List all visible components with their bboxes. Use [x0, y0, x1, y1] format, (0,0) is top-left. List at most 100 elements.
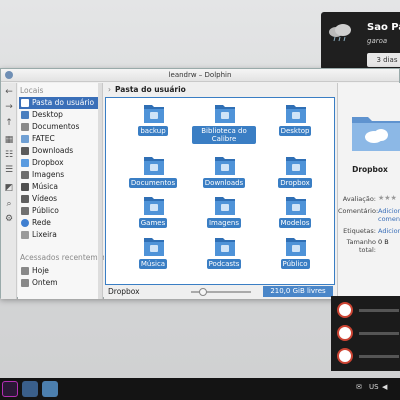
file-item-label: backup: [138, 126, 168, 136]
calendar-icon: [21, 267, 29, 275]
mail-icon[interactable]: ✉: [356, 383, 362, 391]
file-item-label: Música: [138, 259, 168, 269]
places-item-downloads[interactable]: Downloads: [19, 145, 99, 157]
network-icon: [21, 219, 29, 227]
icons-view-icon[interactable]: ▦: [4, 135, 14, 145]
places-item-label: Vídeos: [32, 194, 58, 203]
tags-label: Etiquetas:: [343, 227, 376, 235]
file-item[interactable]: Podcasts: [192, 235, 256, 275]
size-label: Tamanho total:: [346, 238, 376, 254]
recent-item-yesterday[interactable]: Ontem: [19, 277, 99, 289]
file-item[interactable]: Biblioteca do Calibre: [192, 102, 256, 144]
compact-view-icon[interactable]: ☷: [4, 150, 14, 160]
images-folder-icon: [215, 197, 235, 215]
file-item[interactable]: Downloads: [192, 154, 256, 194]
add-tags-link[interactable]: Adicionar: [378, 227, 400, 235]
file-item[interactable]: Dropbox: [263, 154, 327, 194]
places-item-documents[interactable]: Documentos: [19, 121, 99, 133]
back-icon[interactable]: ←: [4, 87, 14, 97]
recent-item-today[interactable]: Hoje: [19, 265, 99, 277]
rating-stars[interactable]: ★★★: [378, 194, 397, 202]
file-item-label: Modelos: [278, 218, 312, 228]
places-item-label: Downloads: [32, 146, 74, 155]
information-panel: Dropbox Avaliação: ★★★ Comentário: Adici…: [337, 83, 400, 299]
cloud-rain-icon: [329, 24, 351, 42]
app-launcher-icon[interactable]: [2, 381, 18, 397]
places-item-videos[interactable]: Vídeos: [19, 193, 99, 205]
add-comment-link[interactable]: Adicionar comentário: [378, 207, 400, 223]
public-folder-icon: [286, 238, 306, 256]
free-space-indicator[interactable]: 210,0 GiB livres: [263, 286, 333, 297]
trash-icon: [21, 231, 29, 239]
file-item[interactable]: Games: [121, 194, 185, 234]
downloads-folder-icon: [215, 157, 235, 175]
places-item-fatec[interactable]: FATEC: [19, 133, 99, 145]
clock-icon: [337, 302, 353, 318]
home-icon: [21, 99, 29, 107]
size-value: 0 B: [378, 238, 389, 246]
details-view-icon[interactable]: ☰: [4, 165, 14, 175]
folder-icon: [21, 135, 29, 143]
preview-icon[interactable]: ◩: [4, 183, 14, 193]
places-scrollbar[interactable]: [98, 83, 102, 299]
images-icon: [21, 171, 29, 179]
places-item-desktop[interactable]: Desktop: [19, 109, 99, 121]
file-view[interactable]: backup Biblioteca do Calibre Desktop Docume…: [105, 97, 335, 285]
file-item[interactable]: Imagens: [192, 194, 256, 234]
places-item-images[interactable]: Imagens: [19, 169, 99, 181]
up-icon[interactable]: ↑: [4, 118, 14, 128]
breadcrumb-label: Pasta do usuário: [115, 85, 186, 94]
desktop-icon: [21, 111, 29, 119]
places-item-network[interactable]: Rede: [19, 217, 99, 229]
places-item-label: Lixeira: [32, 230, 57, 239]
file-item[interactable]: Música: [121, 235, 185, 275]
forward-icon[interactable]: →: [4, 102, 14, 112]
clock-icon: [337, 325, 353, 341]
places-item-label: Rede: [32, 218, 51, 227]
calendar-icon: [21, 279, 29, 287]
places-item-label: Desktop: [32, 110, 63, 119]
documents-folder-icon: [144, 157, 164, 175]
notification-item[interactable]: [335, 323, 399, 343]
status-bar: Dropbox 210,0 GiB livres: [105, 285, 335, 299]
file-item[interactable]: Público: [263, 235, 327, 275]
weather-forecast-tab[interactable]: 3 dias: [367, 53, 400, 67]
places-item-public[interactable]: Público: [19, 205, 99, 217]
music-icon: [21, 183, 29, 191]
places-item-label: Documentos: [32, 122, 80, 131]
videos-icon: [21, 195, 29, 203]
zoom-slider-handle[interactable]: [199, 288, 207, 296]
weather-widget[interactable]: Sao Pa garoa 3 dias: [321, 12, 400, 70]
task-dolphin-icon[interactable]: [22, 381, 38, 397]
places-item-trash[interactable]: Lixeira: [19, 229, 99, 241]
task-window-icon[interactable]: [42, 381, 58, 397]
volume-icon[interactable]: ◀: [382, 383, 387, 391]
search-icon[interactable]: ⌕: [4, 199, 14, 209]
public-icon: [21, 207, 29, 215]
breadcrumb[interactable]: › Pasta do usuário: [108, 85, 186, 94]
notifications-panel: [331, 296, 400, 371]
places-item-label: Música: [32, 182, 58, 191]
file-item[interactable]: backup: [121, 102, 185, 142]
settings-icon[interactable]: ⚙: [4, 214, 14, 224]
notification-item[interactable]: [335, 346, 399, 366]
music-folder-icon: [144, 238, 164, 256]
file-item-label: Games: [138, 218, 168, 228]
weather-city: Sao Pa: [367, 22, 400, 33]
places-item-music[interactable]: Música: [19, 181, 99, 193]
file-item[interactable]: Desktop: [263, 102, 327, 142]
notification-item[interactable]: [335, 300, 399, 320]
file-item-label: Dropbox: [278, 178, 312, 188]
places-item-home[interactable]: Pasta do usuário: [19, 97, 99, 109]
keyboard-layout[interactable]: US: [369, 383, 379, 391]
dropbox-folder-icon: [286, 157, 306, 175]
desktop-folder-icon: [286, 105, 306, 123]
file-item[interactable]: Modelos: [263, 194, 327, 234]
window-titlebar[interactable]: leandrw – Dolphin: [1, 69, 399, 82]
file-item[interactable]: Documentos: [121, 154, 185, 194]
info-name: Dropbox: [352, 165, 388, 174]
places-item-dropbox[interactable]: Dropbox: [19, 157, 99, 169]
places-header: Locais: [20, 86, 44, 95]
status-current: Dropbox: [108, 287, 140, 296]
notification-bar: [359, 332, 399, 335]
